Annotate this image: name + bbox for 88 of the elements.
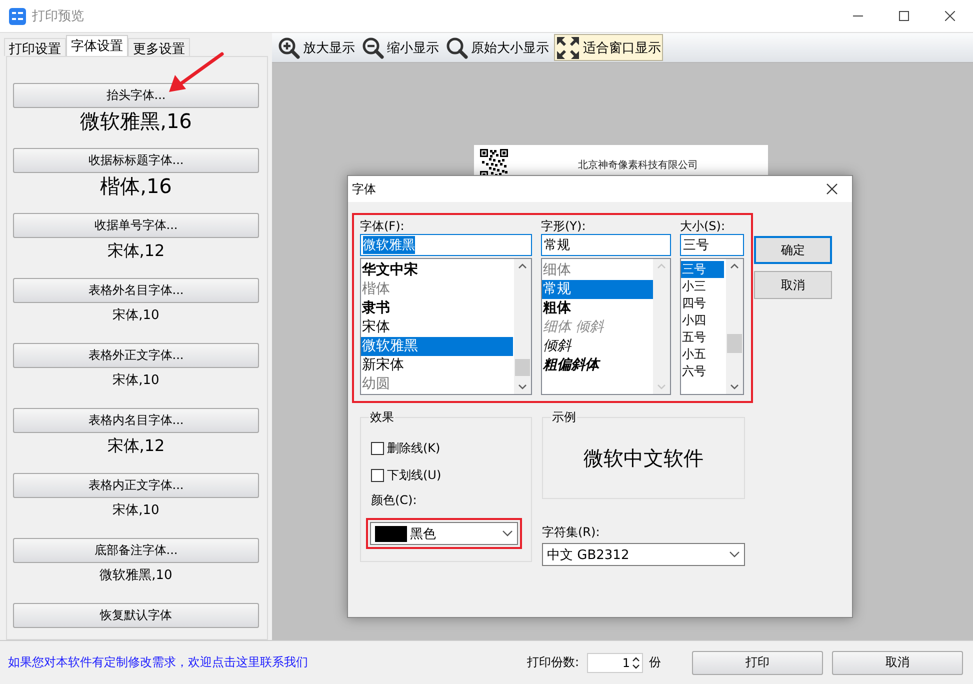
field-label: 颜色(C):	[371, 492, 418, 508]
copies-spinner[interactable]: 1	[587, 652, 643, 672]
list-item[interactable]: 新宋体	[361, 356, 513, 375]
font-sample: 宋体,10	[112, 307, 160, 325]
field-label: 字体(F):	[360, 218, 406, 234]
list-item[interactable]: 细体	[542, 261, 653, 280]
font-sample: 宋体,12	[106, 240, 166, 262]
list-item[interactable]: 小五	[681, 346, 724, 363]
list-item[interactable]: 宋体	[361, 318, 513, 337]
checkbox-label: 下划线(U)	[387, 467, 442, 484]
list-item[interactable]: 楷体	[361, 280, 513, 299]
zoom-in-icon	[278, 36, 300, 58]
field-label: 大小(S):	[680, 218, 726, 234]
list-item[interactable]: 倾斜	[542, 337, 653, 356]
font-button[interactable]: 表格内正文字体...	[13, 473, 259, 498]
company-name: 北京神奇像素科技有限公司	[577, 158, 699, 173]
scrollbar[interactable]	[726, 259, 743, 394]
font-button[interactable]: 表格外名目字体...	[13, 278, 259, 303]
toolbar-button[interactable]: 放大显示	[276, 34, 357, 61]
list-item[interactable]: 五号	[681, 329, 724, 346]
settings-tab[interactable]: 更多设置	[128, 38, 190, 56]
checkbox[interactable]	[371, 469, 384, 482]
font-button[interactable]: 收据标标题字体...	[13, 148, 259, 173]
font-button[interactable]: 收据单号字体...	[13, 213, 259, 238]
list-item[interactable]: 小四	[681, 312, 724, 329]
app-logo-icon	[9, 8, 26, 24]
copies-label: 打印份数:	[526, 654, 579, 671]
field-label: 字符集(R):	[542, 524, 601, 541]
settings-tab[interactable]: 打印设置	[4, 38, 66, 56]
checkbox[interactable]	[371, 442, 384, 455]
toolbar-button[interactable]: 原始大小显示	[444, 34, 551, 61]
list-item[interactable]: 细体 倾斜	[542, 318, 653, 337]
spin-arrows-icon[interactable]	[632, 656, 640, 670]
list-item[interactable]: 三号	[681, 261, 724, 278]
group-title: 示例	[551, 409, 577, 426]
window-title: 打印预览	[32, 8, 85, 25]
sample-text: 微软中文软件	[584, 444, 704, 472]
font-sample: 微软雅黑,16	[79, 108, 193, 135]
maximize-icon	[899, 11, 909, 21]
list-item[interactable]: 粗偏斜体	[542, 356, 653, 375]
scrollbar-thumb[interactable]	[727, 334, 742, 353]
list-item[interactable]: 幼圆	[361, 375, 513, 394]
font-sample: 宋体,12	[106, 435, 166, 457]
reset-fonts-button[interactable]: 恢复默认字体	[13, 603, 259, 628]
field-label: 字形(Y):	[541, 218, 587, 234]
ok-button[interactable]: 确定	[754, 236, 832, 264]
list-item[interactable]: 四号	[681, 295, 724, 312]
chevron-down-icon	[502, 530, 513, 537]
font-button[interactable]: 抬头字体...	[13, 83, 259, 108]
font-button[interactable]: 表格外正文字体...	[13, 343, 259, 368]
list-item[interactable]: 六号	[681, 363, 724, 380]
cancel-button[interactable]: 取消	[754, 271, 832, 299]
input-field[interactable]: 三号	[680, 234, 744, 256]
group-title: 效果	[369, 409, 395, 426]
list-item[interactable]: 华文中宋	[361, 261, 513, 280]
dialog-title: 字体	[352, 180, 376, 198]
font-button[interactable]: 表格内名目字体...	[13, 408, 259, 433]
close-icon	[826, 183, 838, 195]
list-item[interactable]: 小三	[681, 278, 724, 295]
expand-arrows-icon	[556, 36, 580, 60]
color-dropdown[interactable]: 黑色	[370, 522, 518, 545]
close-icon	[945, 11, 955, 21]
font-sample: 楷体,16	[99, 173, 173, 200]
scrollbar[interactable]	[514, 259, 531, 394]
copies-unit: 份	[649, 654, 661, 671]
chevron-down-icon	[729, 551, 740, 558]
font-sample: 宋体,10	[112, 372, 160, 390]
settings-tab[interactable]: 字体设置	[66, 35, 128, 56]
toolbar-button[interactable]: 适合窗口显示	[554, 34, 663, 61]
list-item[interactable]: 粗体	[542, 299, 653, 318]
toolbar-button[interactable]: 缩小显示	[360, 34, 441, 61]
charset-dropdown[interactable]: 中文 GB2312	[542, 543, 745, 566]
magnifier-icon	[446, 36, 468, 58]
input-field[interactable]: 常规	[541, 234, 671, 256]
color-name: 黑色	[410, 526, 436, 542]
list-item[interactable]: 隶书	[361, 299, 513, 318]
zoom-out-icon	[362, 36, 384, 58]
list-item[interactable]: 常规	[542, 280, 653, 299]
print-button[interactable]: 打印	[692, 650, 823, 674]
font-button[interactable]: 底部备注字体...	[13, 538, 259, 563]
contact-link[interactable]: 如果您对本软件有定制修改需求，欢迎点击这里联系我们	[8, 654, 527, 671]
list-item[interactable]: 微软雅黑	[361, 337, 513, 356]
scrollbar-thumb[interactable]	[515, 359, 530, 376]
cancel-button[interactable]: 取消	[832, 650, 963, 674]
checkbox-label: 删除线(K)	[387, 440, 440, 457]
input-field[interactable]: 微软雅黑	[360, 234, 532, 256]
font-sample: 微软雅黑,10	[98, 567, 174, 585]
font-sample: 宋体,10	[112, 502, 160, 520]
